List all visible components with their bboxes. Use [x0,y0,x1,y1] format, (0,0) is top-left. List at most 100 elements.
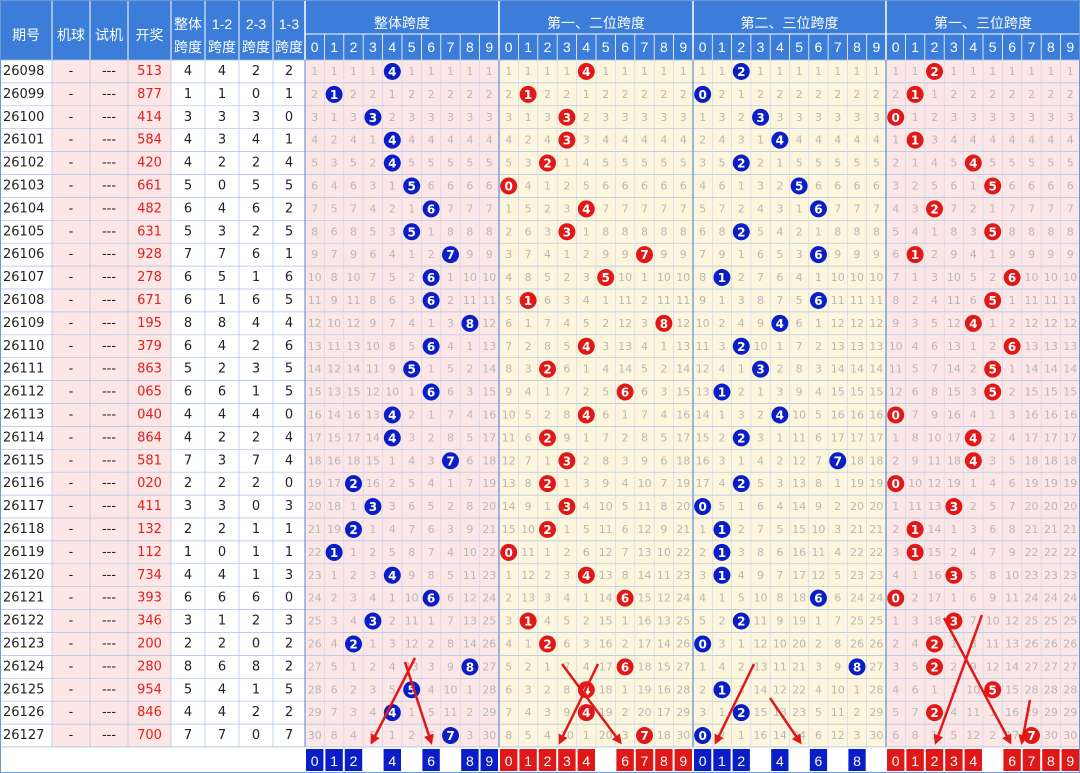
omission-count: 2 [505,225,512,238]
omission-count: 2 [950,88,957,101]
omission-count: 6 [641,179,648,192]
omission-count: 4 [369,202,376,215]
omission-count: 6 [331,225,338,238]
omission-count: 1 [641,65,648,78]
omission-count: 2 [796,225,803,238]
omission-count: 6 [369,248,376,261]
trial-cell: --- [102,636,116,651]
omission-count: 2 [408,408,415,421]
span-cell: 1 [218,87,226,102]
omission-count: 3 [583,134,590,147]
omission-count: 2 [738,111,745,124]
omission-count: 7 [699,248,706,261]
span-cell: 3 [285,499,293,514]
omission-count: 25 [1025,615,1039,628]
omission-count: 5 [912,660,919,673]
omission-count: 4 [1067,134,1074,147]
omission-count: 3 [757,431,764,444]
omission-count: 1 [505,202,512,215]
omission-count: 2 [466,363,473,376]
trial-cell: --- [102,682,116,697]
omission-count: 24 [1063,592,1077,605]
omission-count: 2 [970,88,977,101]
omission-count: 2 [311,88,318,101]
footer-digit: 9 [1066,753,1074,769]
omission-count: 25 [1044,615,1058,628]
omission-count: 13 [308,340,322,353]
draw-cell: 346 [137,614,162,629]
span-cell: 6 [252,293,260,308]
trial-cell: --- [102,568,116,583]
footer-digit: 9 [679,753,687,769]
omission-count: 6 [950,179,957,192]
omission-count: 17 [1044,431,1058,444]
omission-count: 7 [311,202,318,215]
omission-count: 4 [892,569,899,582]
period-cell: 26123 [3,636,44,651]
omission-count: 26 [1044,637,1058,650]
omission-count: 10 [966,683,980,696]
period-cell: 26114 [3,430,44,445]
footer-digit: 1 [911,753,919,769]
omission-count: 6 [350,179,357,192]
omission-count: 9 [350,248,357,261]
omission-count: 2 [776,363,783,376]
omission-count: 5 [602,157,609,170]
omission-count: 3 [854,729,861,742]
omission-count: 1 [447,271,454,284]
omission-count: 1 [505,569,512,582]
omission-count: 2 [718,88,725,101]
trial-cell: --- [102,270,116,285]
omission-count: 3 [660,111,667,124]
omission-count: 2 [757,408,764,421]
omission-count: 1 [408,65,415,78]
omission-count: 1 [486,65,493,78]
omission-count: 18 [792,592,806,605]
omission-count: 9 [1009,546,1016,559]
machine-cell: - [69,522,74,537]
span-cell: 2 [218,522,226,537]
omission-count: 2 [408,729,415,742]
omission-count: 5 [505,157,512,170]
omission-count: 11 [618,294,632,307]
omission-count: 2 [815,88,822,101]
omission-count: 4 [680,134,687,147]
omission-count: 7 [563,386,570,399]
span-cell: 4 [184,133,192,148]
omission-count: 18 [327,500,341,513]
omission-count: 4 [544,615,551,628]
omission-count: 10 [327,317,341,330]
omission-count: 13 [928,500,942,513]
omission-count: 4 [408,454,415,467]
omission-count: 7 [544,317,551,330]
omission-count: 4 [602,363,609,376]
omission-count: 19 [869,477,883,490]
omission-count: 1 [738,454,745,467]
omission-count: 18 [599,683,613,696]
omission-count: 16 [347,408,361,421]
omission-count: 4 [931,157,938,170]
omission-count: 1 [369,65,376,78]
omission-count: 11 [773,660,787,673]
omission-count: 6 [486,179,493,192]
span-ball-label: 1 [718,271,726,285]
omission-count: 23 [1063,569,1077,582]
omission-count: 15 [869,386,883,399]
omission-count: 12 [657,592,671,605]
omission-count: 8 [796,363,803,376]
omission-count: 7 [912,408,919,421]
draw-cell: 278 [137,270,162,285]
omission-count: 3 [369,179,376,192]
machine-cell: - [69,453,74,468]
header-period: 期号 [12,27,40,43]
omission-count: 2 [892,88,899,101]
omission-count: 4 [757,454,764,467]
omission-count: 19 [1063,477,1077,490]
span-ball-label: 3 [756,111,764,125]
omission-count: 1 [544,386,551,399]
omission-count: 5 [796,157,803,170]
omission-count: 7 [331,248,338,261]
machine-cell: - [69,636,74,651]
span-cell: 5 [184,224,192,239]
span-cell: 4 [184,568,192,583]
